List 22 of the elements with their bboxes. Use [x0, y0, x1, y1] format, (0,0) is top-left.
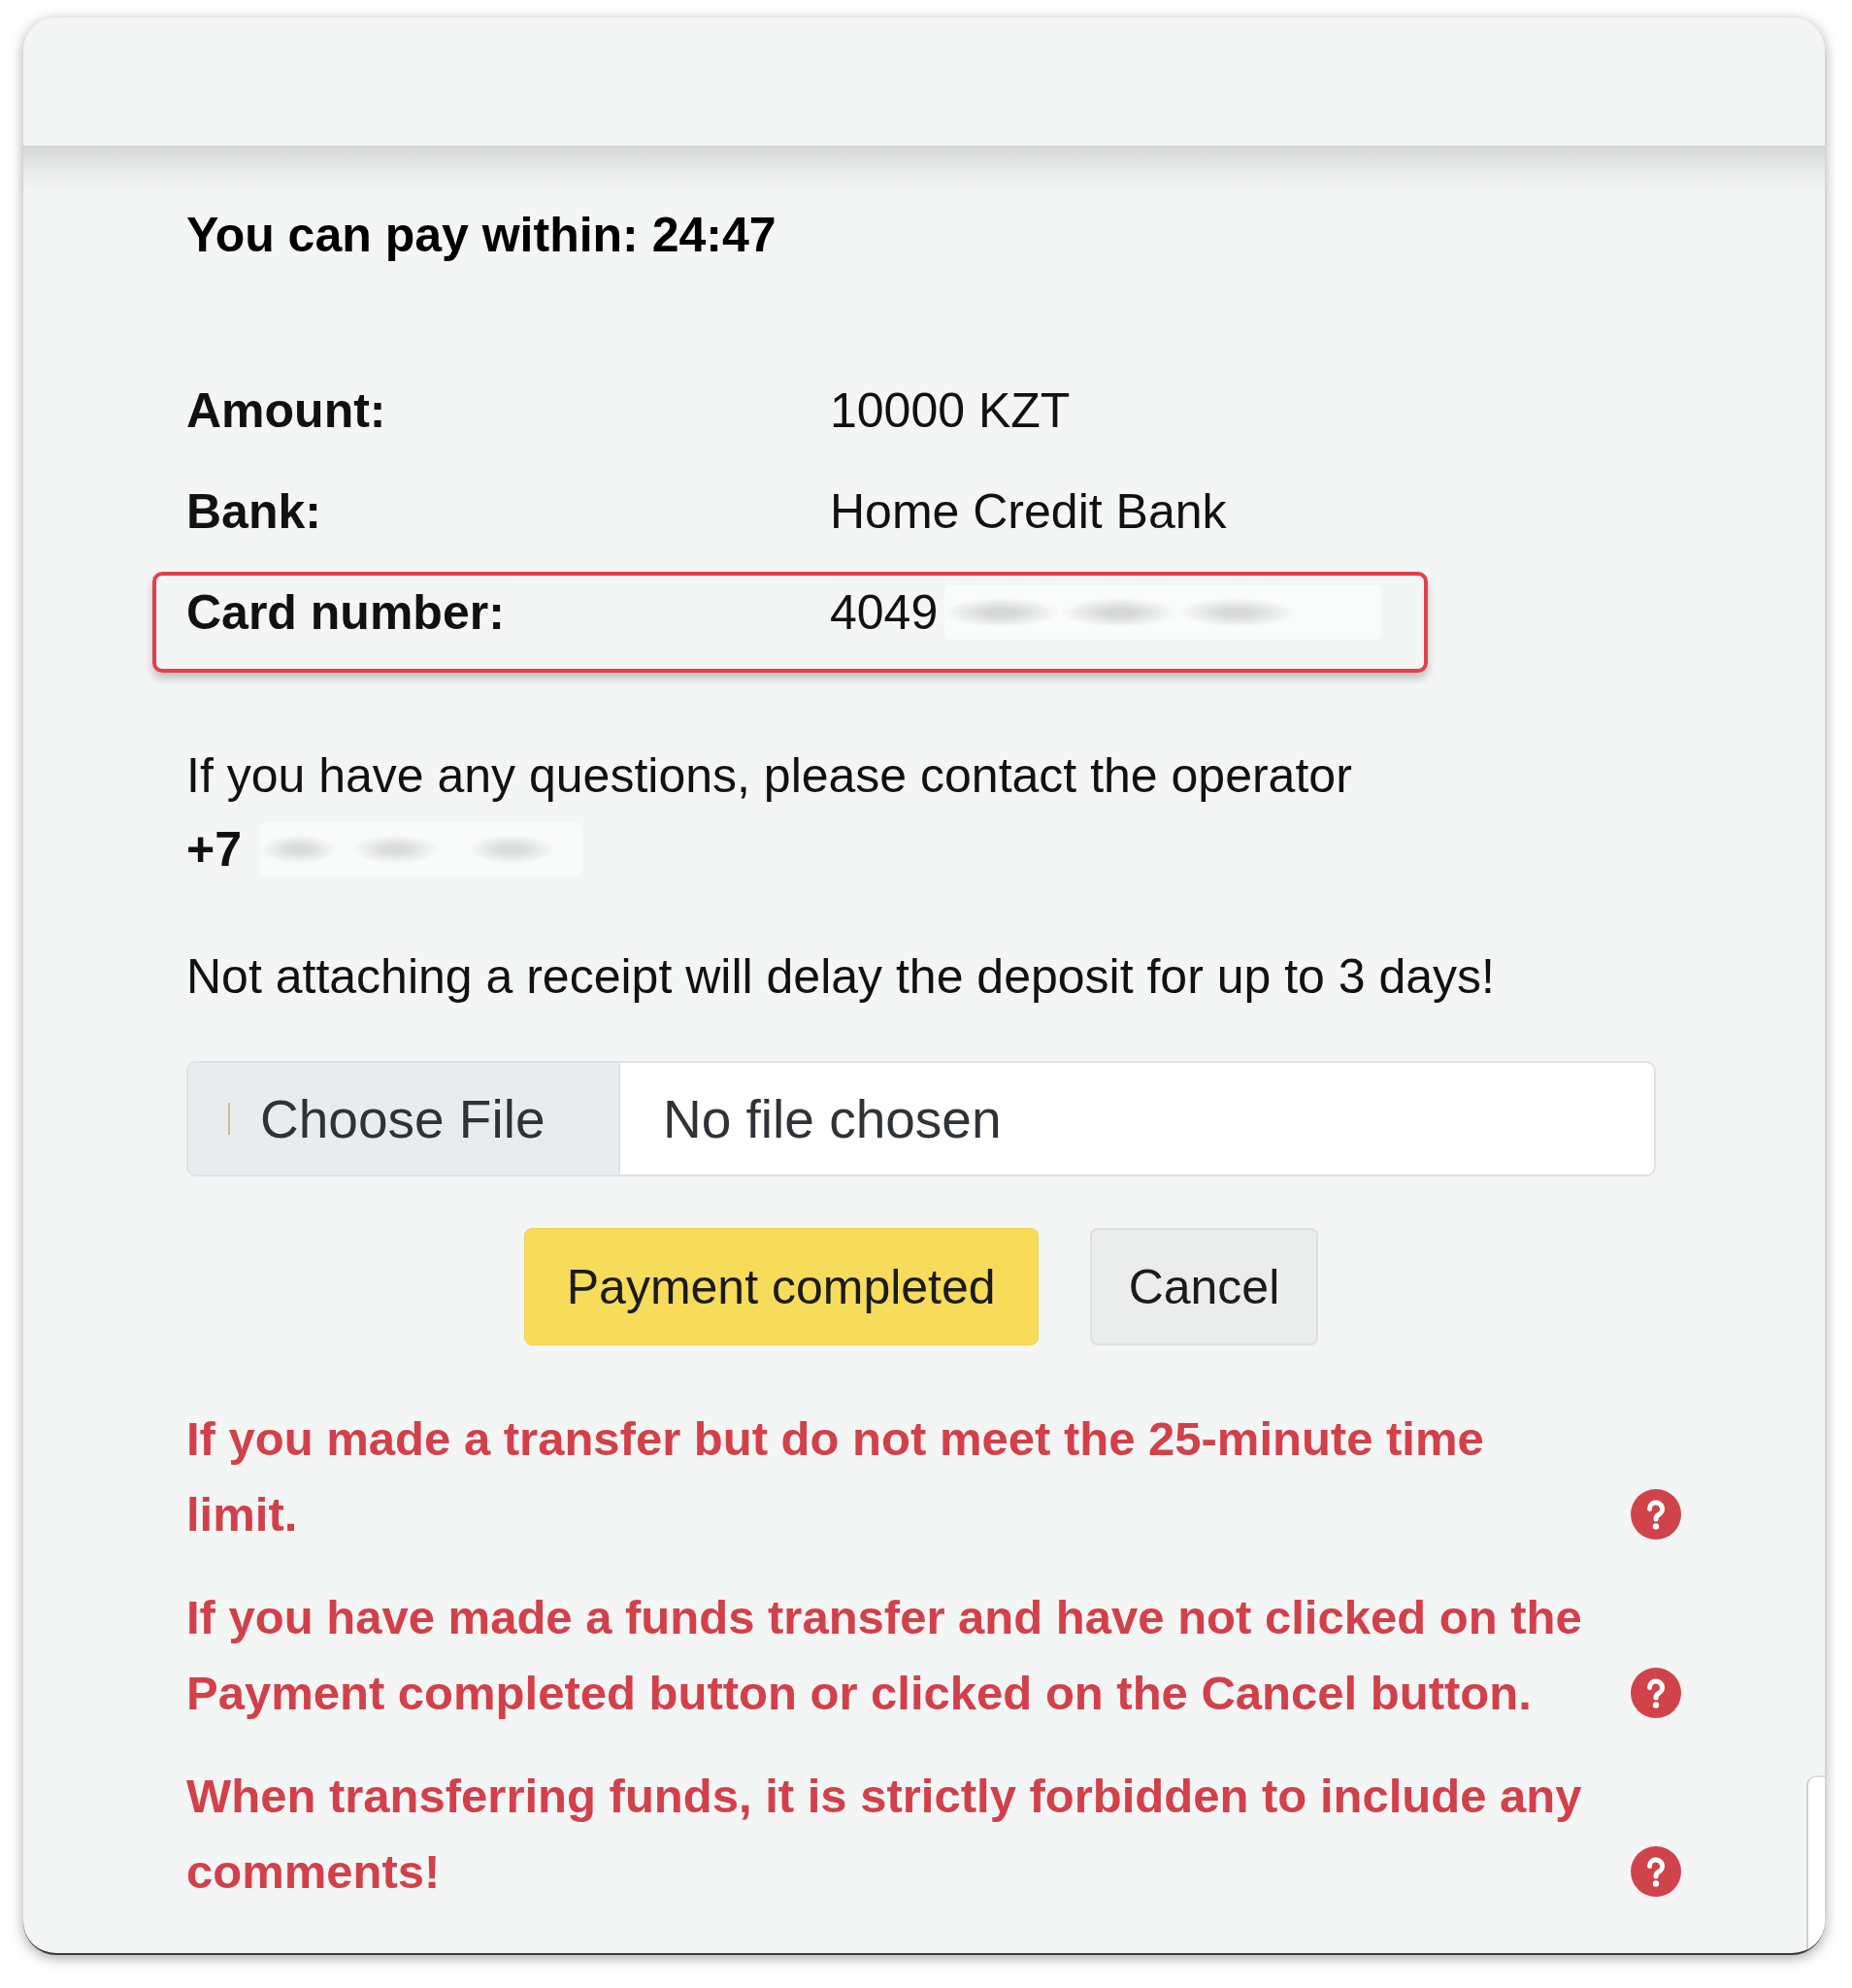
detail-label: Bank: [186, 483, 322, 541]
detail-value: 10000 KZT [830, 382, 1071, 440]
payment-completed-button[interactable]: Payment completed [523, 1228, 1039, 1345]
text-cursor-icon [228, 1103, 230, 1135]
file-status-text: No file chosen [663, 1087, 1002, 1150]
detail-label: Amount: [186, 382, 387, 440]
countdown-title: You can pay within: 24:47 [186, 207, 777, 264]
contact-text: If you have any questions, please contact the operator [186, 747, 1353, 805]
file-input[interactable]: Choose File No file chosen [186, 1061, 1656, 1176]
warning-text: If you made a transfer but do not meet the 25-minute time limit. [186, 1411, 1485, 1542]
warning-text: When transferring funds, it is strictly forbidden to include any comments! [186, 1769, 1583, 1900]
phone-number: +7 [186, 821, 242, 878]
detail-label: Card number: [186, 584, 506, 642]
question-mark-icon[interactable] [1631, 1489, 1681, 1540]
choose-file-button[interactable]: Choose File [188, 1063, 620, 1175]
detail-value: 4049 [830, 584, 939, 642]
question-mark-icon[interactable] [1631, 1668, 1681, 1718]
warning-text: If you have made a funds transfer and have not clicked on the Payment completed button or clicked on the Cancel button. [186, 1590, 1583, 1721]
cancel-button[interactable]: Cancel [1089, 1228, 1319, 1345]
detail-value: Home Credit Bank [830, 483, 1227, 541]
receipt-notice: Not attaching a receipt will delay the deposit for up to 3 days! [186, 948, 1496, 1006]
question-mark-icon[interactable] [1631, 1846, 1681, 1897]
